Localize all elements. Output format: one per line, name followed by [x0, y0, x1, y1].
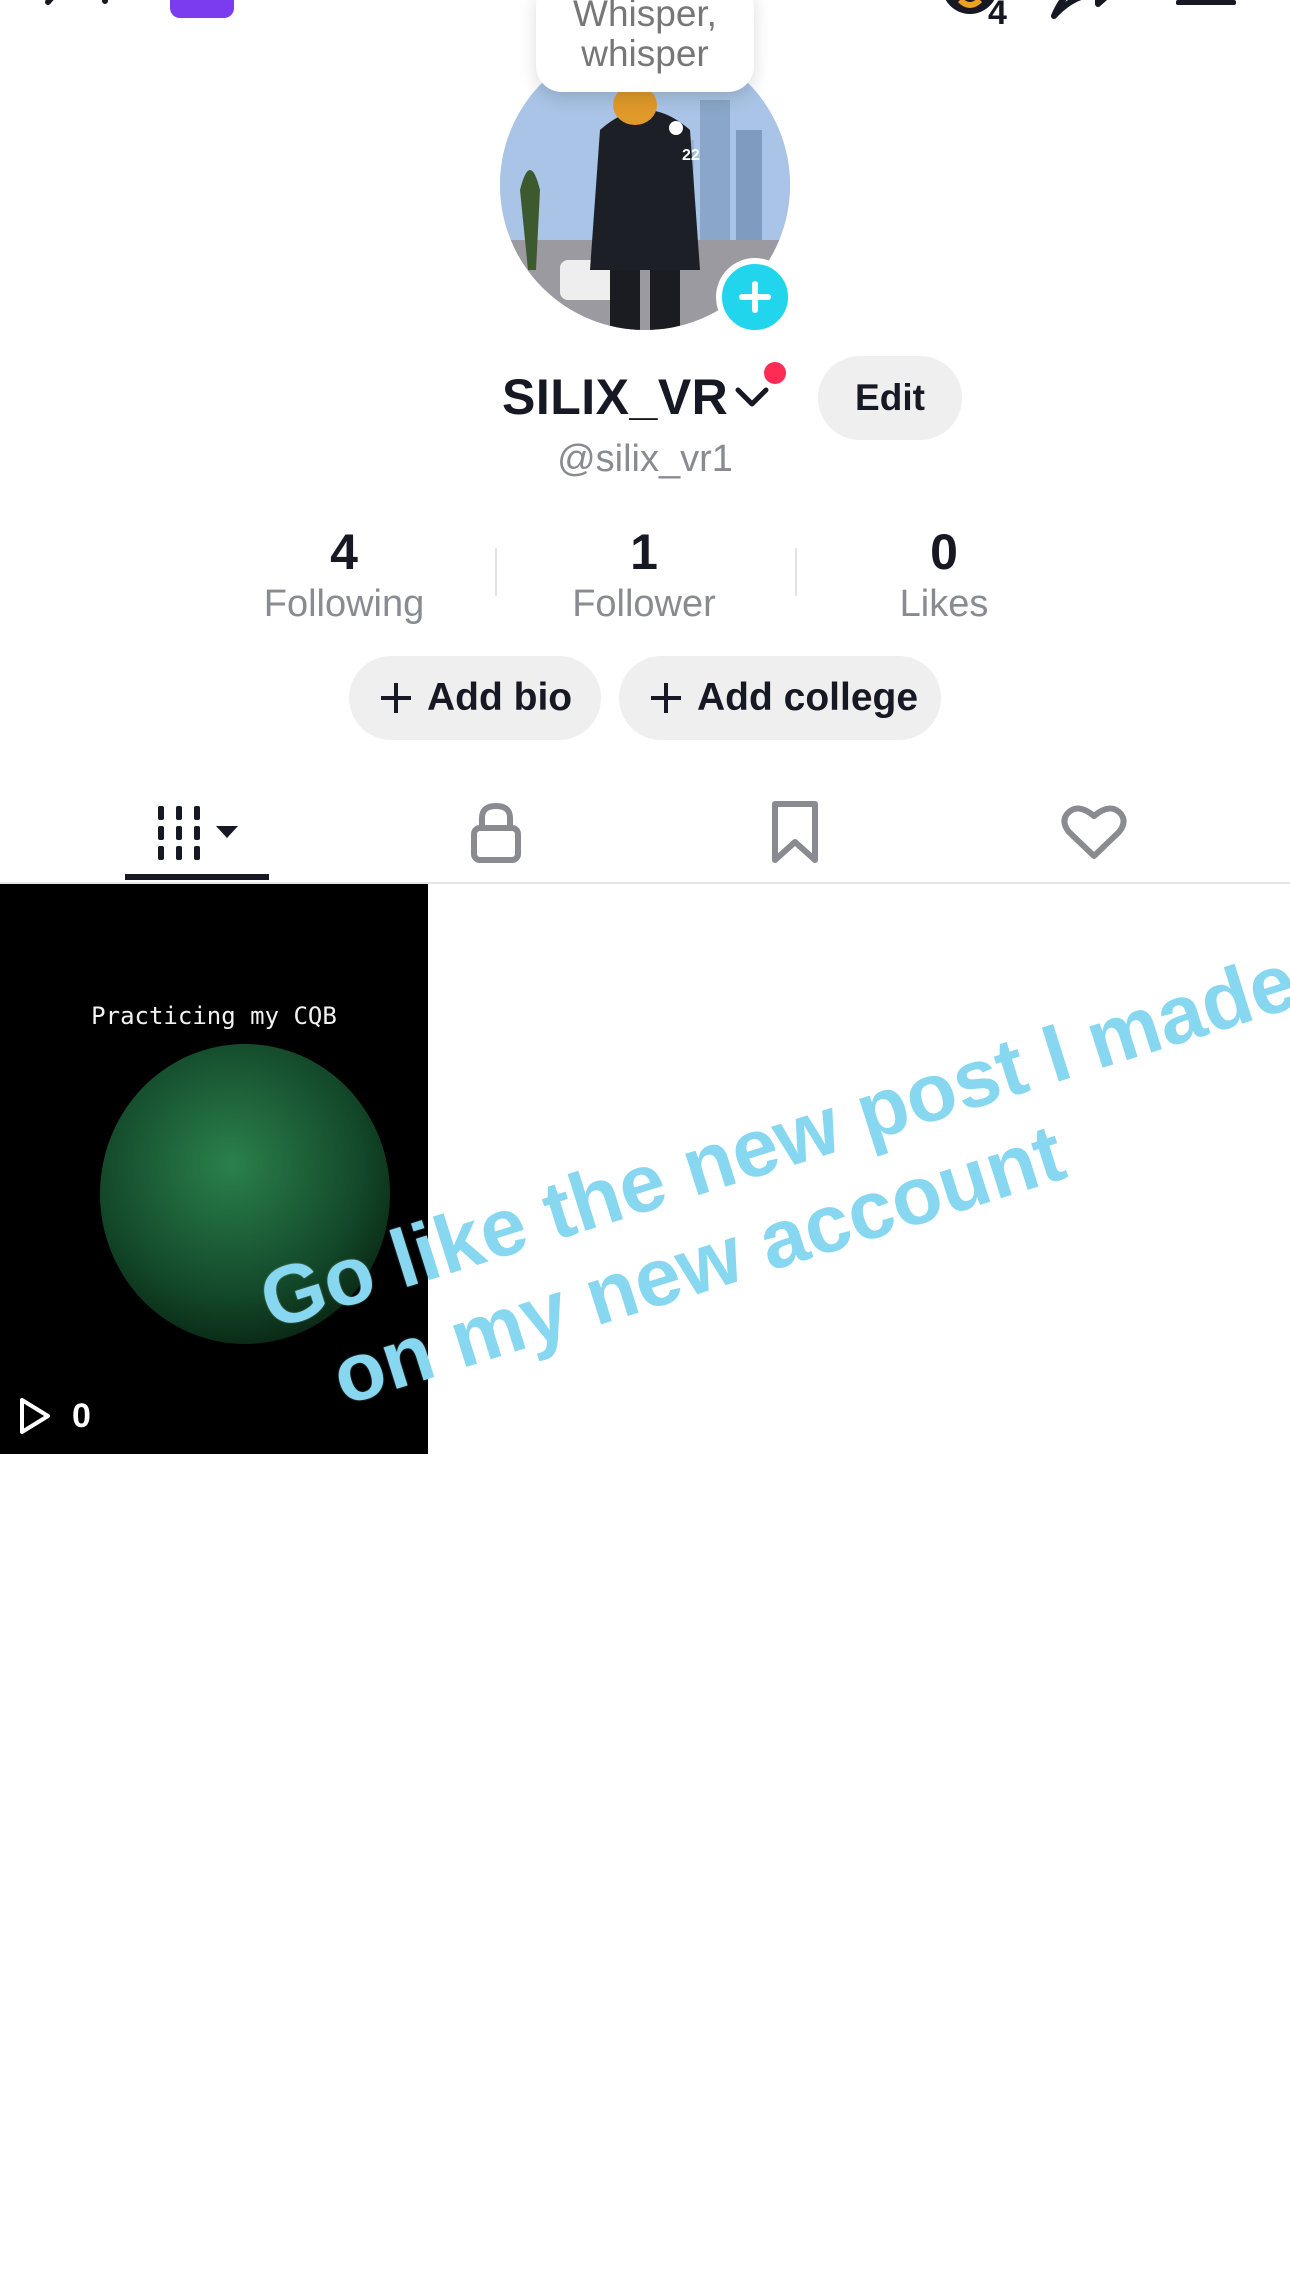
lock-icon: [471, 802, 521, 863]
active-tab-indicator: [125, 874, 269, 880]
followers-count: 1: [630, 524, 658, 580]
play-icon: [20, 1398, 50, 1434]
add-college-button[interactable]: Add college: [619, 656, 941, 740]
bookmark-icon: [772, 801, 818, 863]
following-count: 4: [330, 524, 358, 580]
add-college-label: Add college: [697, 676, 919, 719]
tab-saved[interactable]: [695, 780, 895, 884]
plus-icon: [381, 683, 411, 713]
note-bubble-line1: Whisper,: [573, 0, 717, 34]
stat-divider: [795, 548, 797, 596]
note-bubble-line2: whisper: [581, 33, 709, 74]
stat-divider: [495, 548, 497, 596]
svg-text:22: 22: [682, 147, 700, 164]
creator-tools-badge-icon[interactable]: [170, 0, 234, 18]
profile-tabs: [0, 780, 1290, 884]
note-bubble[interactable]: Whisper, whisper: [536, 0, 754, 92]
add-story-button[interactable]: [716, 258, 794, 336]
add-bio-label: Add bio: [427, 676, 573, 719]
notification-dot: [764, 362, 786, 384]
display-name[interactable]: SILIX_VR: [502, 368, 728, 426]
heart-icon: [1061, 805, 1127, 859]
likes-count: 0: [930, 524, 958, 580]
likes-stat[interactable]: 0 Likes: [804, 524, 1084, 628]
likes-label: Likes: [899, 583, 989, 625]
username-handle: @silix_vr1: [557, 438, 733, 480]
tab-liked[interactable]: [994, 780, 1194, 884]
grid-videos-icon: [158, 806, 238, 860]
creator-count-badge: 4: [988, 0, 1007, 32]
tab-videos[interactable]: [96, 780, 296, 884]
view-count: 0: [18, 1394, 91, 1438]
following-stat[interactable]: 4 Following: [204, 524, 484, 628]
add-bio-button[interactable]: Add bio: [349, 656, 601, 740]
chevron-down-icon[interactable]: [732, 380, 772, 416]
followers-label: Follower: [572, 583, 716, 625]
followers-stat[interactable]: 1 Follower: [504, 524, 784, 628]
plus-icon: [651, 683, 681, 713]
video-caption: Practicing my CQB: [91, 1002, 337, 1030]
person-add-icon[interactable]: [40, 0, 124, 22]
share-arrow-icon[interactable]: [1048, 0, 1120, 26]
view-count-number: 0: [72, 1396, 91, 1435]
following-label: Following: [263, 583, 425, 625]
edit-profile-button[interactable]: Edit: [818, 356, 962, 440]
hamburger-menu-icon[interactable]: [1176, 0, 1236, 22]
tab-private[interactable]: [396, 780, 596, 884]
